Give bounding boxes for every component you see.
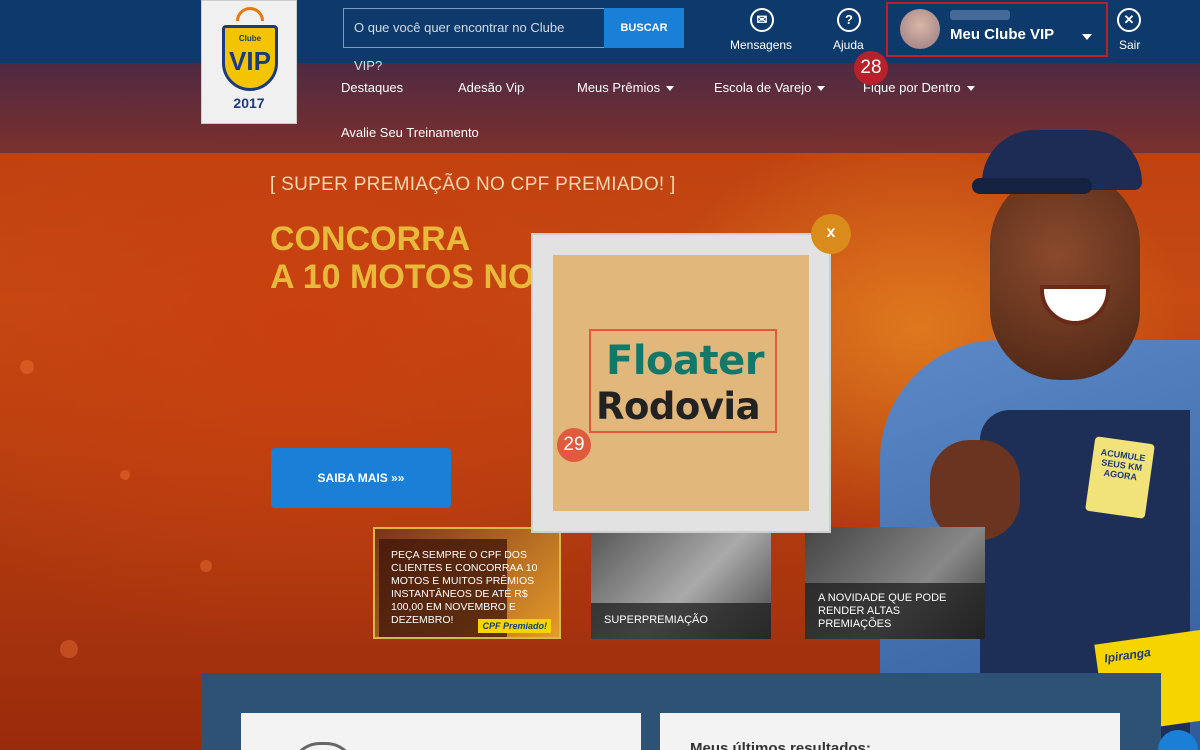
chevron-down-icon (666, 86, 675, 92)
nav-destaques[interactable]: Destaques (341, 80, 403, 95)
help-icon[interactable]: ? (837, 8, 861, 32)
nav-avalie-treinamento[interactable]: Avalie Seu Treinamento (341, 125, 479, 140)
profile-card (241, 713, 641, 750)
name-tag: ACUMULE SEUS KM AGORA (1085, 436, 1155, 519)
clube-vip-logo[interactable]: Clube VIP 2017 (201, 0, 297, 124)
search-input[interactable]: O que você quer encontrar no Clube VIP? (343, 8, 605, 73)
messages-label[interactable]: Mensagens (730, 38, 792, 52)
nav-adesao-vip[interactable]: Adesão Vip (458, 80, 524, 95)
search-button[interactable]: BUSCAR (604, 8, 684, 48)
thumb-tag: CPF Premiado! (478, 619, 551, 633)
logo-year: 2017 (233, 95, 265, 111)
nav-escola-de-varejo[interactable]: Escola de Varejo (714, 80, 826, 95)
hero-headline-line2: A 10 MOTOS NO (270, 258, 535, 296)
envelope-icon[interactable]: ✉ (750, 8, 774, 32)
man-head (990, 170, 1140, 380)
man-cap-brim (972, 178, 1092, 194)
bokeh-dot (120, 470, 130, 480)
logo-line1: Clube (238, 34, 262, 43)
floater-text: Floater (606, 338, 764, 384)
bokeh-dot (60, 640, 78, 658)
annotation-badge-28: 28 (854, 51, 888, 85)
avatar (900, 9, 940, 49)
nav-escola-label: Escola de Varejo (714, 80, 812, 95)
thumb-cpf-premiado[interactable]: PEÇA SEMPRE O CPF DOS CLIENTES E CONCORR… (373, 527, 561, 639)
annotation-badge-29: 29 (557, 428, 591, 462)
bokeh-dot (20, 360, 34, 374)
account-label: Meu Clube VIP (950, 26, 1055, 43)
thumb-novidade[interactable]: A NOVIDADE QUE PODE RENDER ALTAS PREMIAÇ… (805, 527, 985, 639)
hero-kicker: [ SUPER PREMIAÇÃO NO CPF PREMIADO! ] (270, 174, 676, 195)
rodovia-text: Rodovia (596, 385, 761, 428)
results-title: Meus últimos resultados: (690, 740, 871, 750)
chevron-down-icon (1082, 34, 1092, 40)
close-icon[interactable]: ✕ (1117, 8, 1141, 32)
hero-headline: CONCORRA A 10 MOTOS NO (270, 220, 535, 296)
logo-shield: Clube VIP (222, 25, 278, 91)
saiba-mais-button[interactable]: SAIBA MAIS »» (271, 448, 451, 508)
thumb-caption: A NOVIDADE QUE PODE RENDER ALTAS PREMIAÇ… (818, 592, 947, 630)
bokeh-dot (200, 560, 212, 572)
chevron-down-icon (966, 86, 975, 92)
logout-label[interactable]: Sair (1119, 38, 1140, 52)
nav-meus-premios[interactable]: Meus Prêmios (577, 80, 675, 95)
logo-line2: VIP (229, 46, 271, 76)
thumb-caption: SUPERPREMIAÇÃO (604, 614, 708, 626)
thumb-text: PEÇA SEMPRE O CPF DOS CLIENTES E CONCORR… (391, 549, 538, 626)
chevron-down-icon (817, 86, 826, 92)
wifi-icon (236, 7, 264, 21)
hero-headline-line1: CONCORRA (270, 220, 471, 258)
blurred-username (950, 10, 1010, 20)
attendant-photo: ACUMULE SEUS KM AGORA Ipiranga (860, 110, 1200, 750)
account-menu-button[interactable]: Meu Clube VIP (886, 2, 1108, 57)
nav-meus-premios-label: Meus Prêmios (577, 80, 661, 95)
man-fist (930, 440, 1020, 540)
thumb-superpremiacao[interactable]: SUPERPREMIAÇÃO (591, 527, 771, 639)
help-label[interactable]: Ajuda (833, 38, 864, 52)
modal-close-button[interactable]: x (811, 214, 851, 254)
